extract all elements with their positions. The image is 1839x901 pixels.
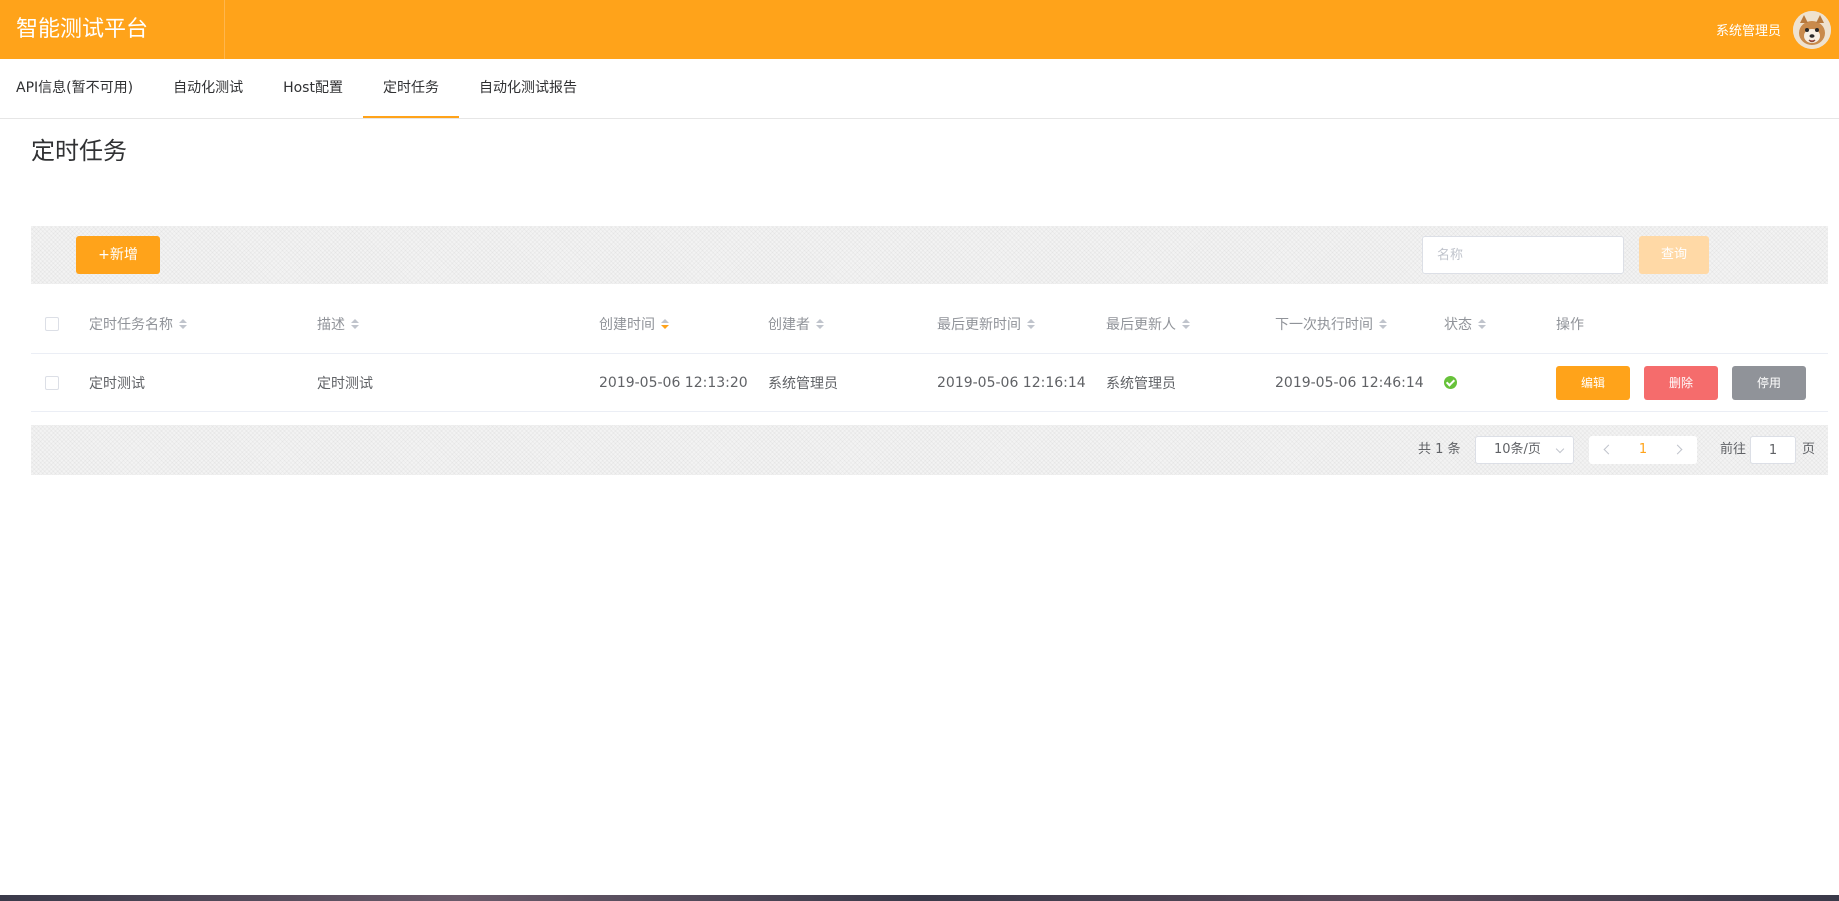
page-suffix-label: 页: [1802, 442, 1816, 457]
delete-button[interactable]: 删除: [1644, 366, 1718, 400]
page-size-value: 10条/页: [1494, 442, 1541, 457]
col-next-run[interactable]: 下一次执行时间: [1275, 294, 1387, 353]
user-menu[interactable]: 系统管理员: [1716, 0, 1839, 59]
cell-name: 定时测试: [89, 375, 145, 392]
app-title[interactable]: 智能测试平台: [0, 0, 225, 59]
col-updater[interactable]: 最后更新人: [1106, 294, 1190, 353]
table-header: 定时任务名称 描述 创建时间 创建者 最后更新时间 最后更新人 下一次执行时间: [31, 294, 1828, 354]
pagination: 共 1 条 10条/页 1 前往 页: [31, 425, 1828, 475]
col-status-label: 状态: [1444, 316, 1472, 333]
goto-page-input[interactable]: [1750, 436, 1796, 464]
avatar[interactable]: [1793, 10, 1831, 49]
col-creator-label: 创建者: [768, 316, 810, 333]
col-name-label: 定时任务名称: [89, 316, 173, 333]
col-description[interactable]: 描述: [317, 294, 359, 353]
chevron-down-icon: [1555, 444, 1565, 454]
pagination-total: 共 1 条: [1418, 442, 1461, 457]
goto-label: 前往: [1720, 442, 1747, 457]
window-bottom-edge: [0, 895, 1839, 901]
col-updated-at[interactable]: 最后更新时间: [937, 294, 1035, 353]
toolbar: +新增 查询: [31, 226, 1828, 284]
row-checkbox[interactable]: [45, 375, 59, 390]
query-button[interactable]: 查询: [1639, 236, 1709, 274]
nav-item-test-report[interactable]: 自动化测试报告: [459, 59, 597, 118]
table-row: 定时测试 定时测试 2019-05-06 12:13:20 系统管理员 2019…: [31, 354, 1828, 412]
col-actions-label: 操作: [1556, 316, 1584, 333]
cell-created-at: 2019-05-06 12:13:20: [599, 374, 748, 391]
main-nav: API信息(暂不可用) 自动化测试 Host配置 定时任务 自动化测试报告: [0, 59, 1839, 119]
sort-caret-icon[interactable]: [1379, 318, 1387, 329]
col-creator[interactable]: 创建者: [768, 294, 824, 353]
cell-updater: 系统管理员: [1106, 375, 1176, 392]
cell-updated-at: 2019-05-06 12:16:14: [937, 374, 1086, 391]
col-description-label: 描述: [317, 316, 345, 333]
cell-status: [1444, 354, 1457, 411]
sort-caret-icon[interactable]: [1182, 318, 1190, 329]
cell-next-run: 2019-05-06 12:46:14: [1275, 374, 1424, 391]
col-updater-label: 最后更新人: [1106, 316, 1176, 333]
page-title: 定时任务: [31, 137, 127, 165]
top-header: 智能测试平台 系统管理员: [0, 0, 1839, 59]
sort-caret-icon[interactable]: [351, 318, 359, 329]
select-all-cell: [45, 294, 59, 353]
add-button[interactable]: +新增: [76, 236, 160, 274]
col-created-at-label: 创建时间: [599, 316, 655, 333]
dog-avatar-icon: [1793, 10, 1831, 49]
disable-button[interactable]: 停用: [1732, 366, 1806, 400]
user-name[interactable]: 系统管理员: [1716, 20, 1781, 39]
col-next-run-label: 下一次执行时间: [1275, 316, 1373, 333]
col-created-at[interactable]: 创建时间: [599, 294, 669, 353]
pager-nav: 1: [1589, 436, 1697, 464]
select-all-checkbox[interactable]: [45, 316, 59, 331]
tasks-table: 定时任务名称 描述 创建时间 创建者 最后更新时间 最后更新人 下一次执行时间: [31, 294, 1828, 412]
nav-item-auto-test[interactable]: 自动化测试: [153, 59, 263, 118]
cell-description: 定时测试: [317, 375, 373, 392]
row-select-cell: [45, 354, 59, 411]
sort-caret-icon[interactable]: [179, 318, 187, 329]
nav-item-scheduled-tasks[interactable]: 定时任务: [362, 59, 459, 118]
search-input[interactable]: [1422, 236, 1624, 274]
col-actions: 操作: [1556, 294, 1584, 353]
cell-creator: 系统管理员: [768, 375, 838, 392]
sort-caret-icon[interactable]: [816, 318, 824, 329]
page-size-select[interactable]: 10条/页: [1475, 436, 1574, 464]
sort-caret-icon[interactable]: [661, 318, 669, 329]
check-circle-icon: [1444, 376, 1457, 389]
col-updated-at-label: 最后更新时间: [937, 316, 1021, 333]
col-status[interactable]: 状态: [1444, 294, 1486, 353]
nav-item-host-config[interactable]: Host配置: [263, 59, 363, 118]
nav-item-api-info[interactable]: API信息(暂不可用): [0, 59, 153, 118]
col-name[interactable]: 定时任务名称: [89, 294, 187, 353]
edit-button[interactable]: 编辑: [1556, 366, 1630, 400]
sort-caret-icon[interactable]: [1478, 318, 1486, 329]
sort-caret-icon[interactable]: [1027, 318, 1035, 329]
